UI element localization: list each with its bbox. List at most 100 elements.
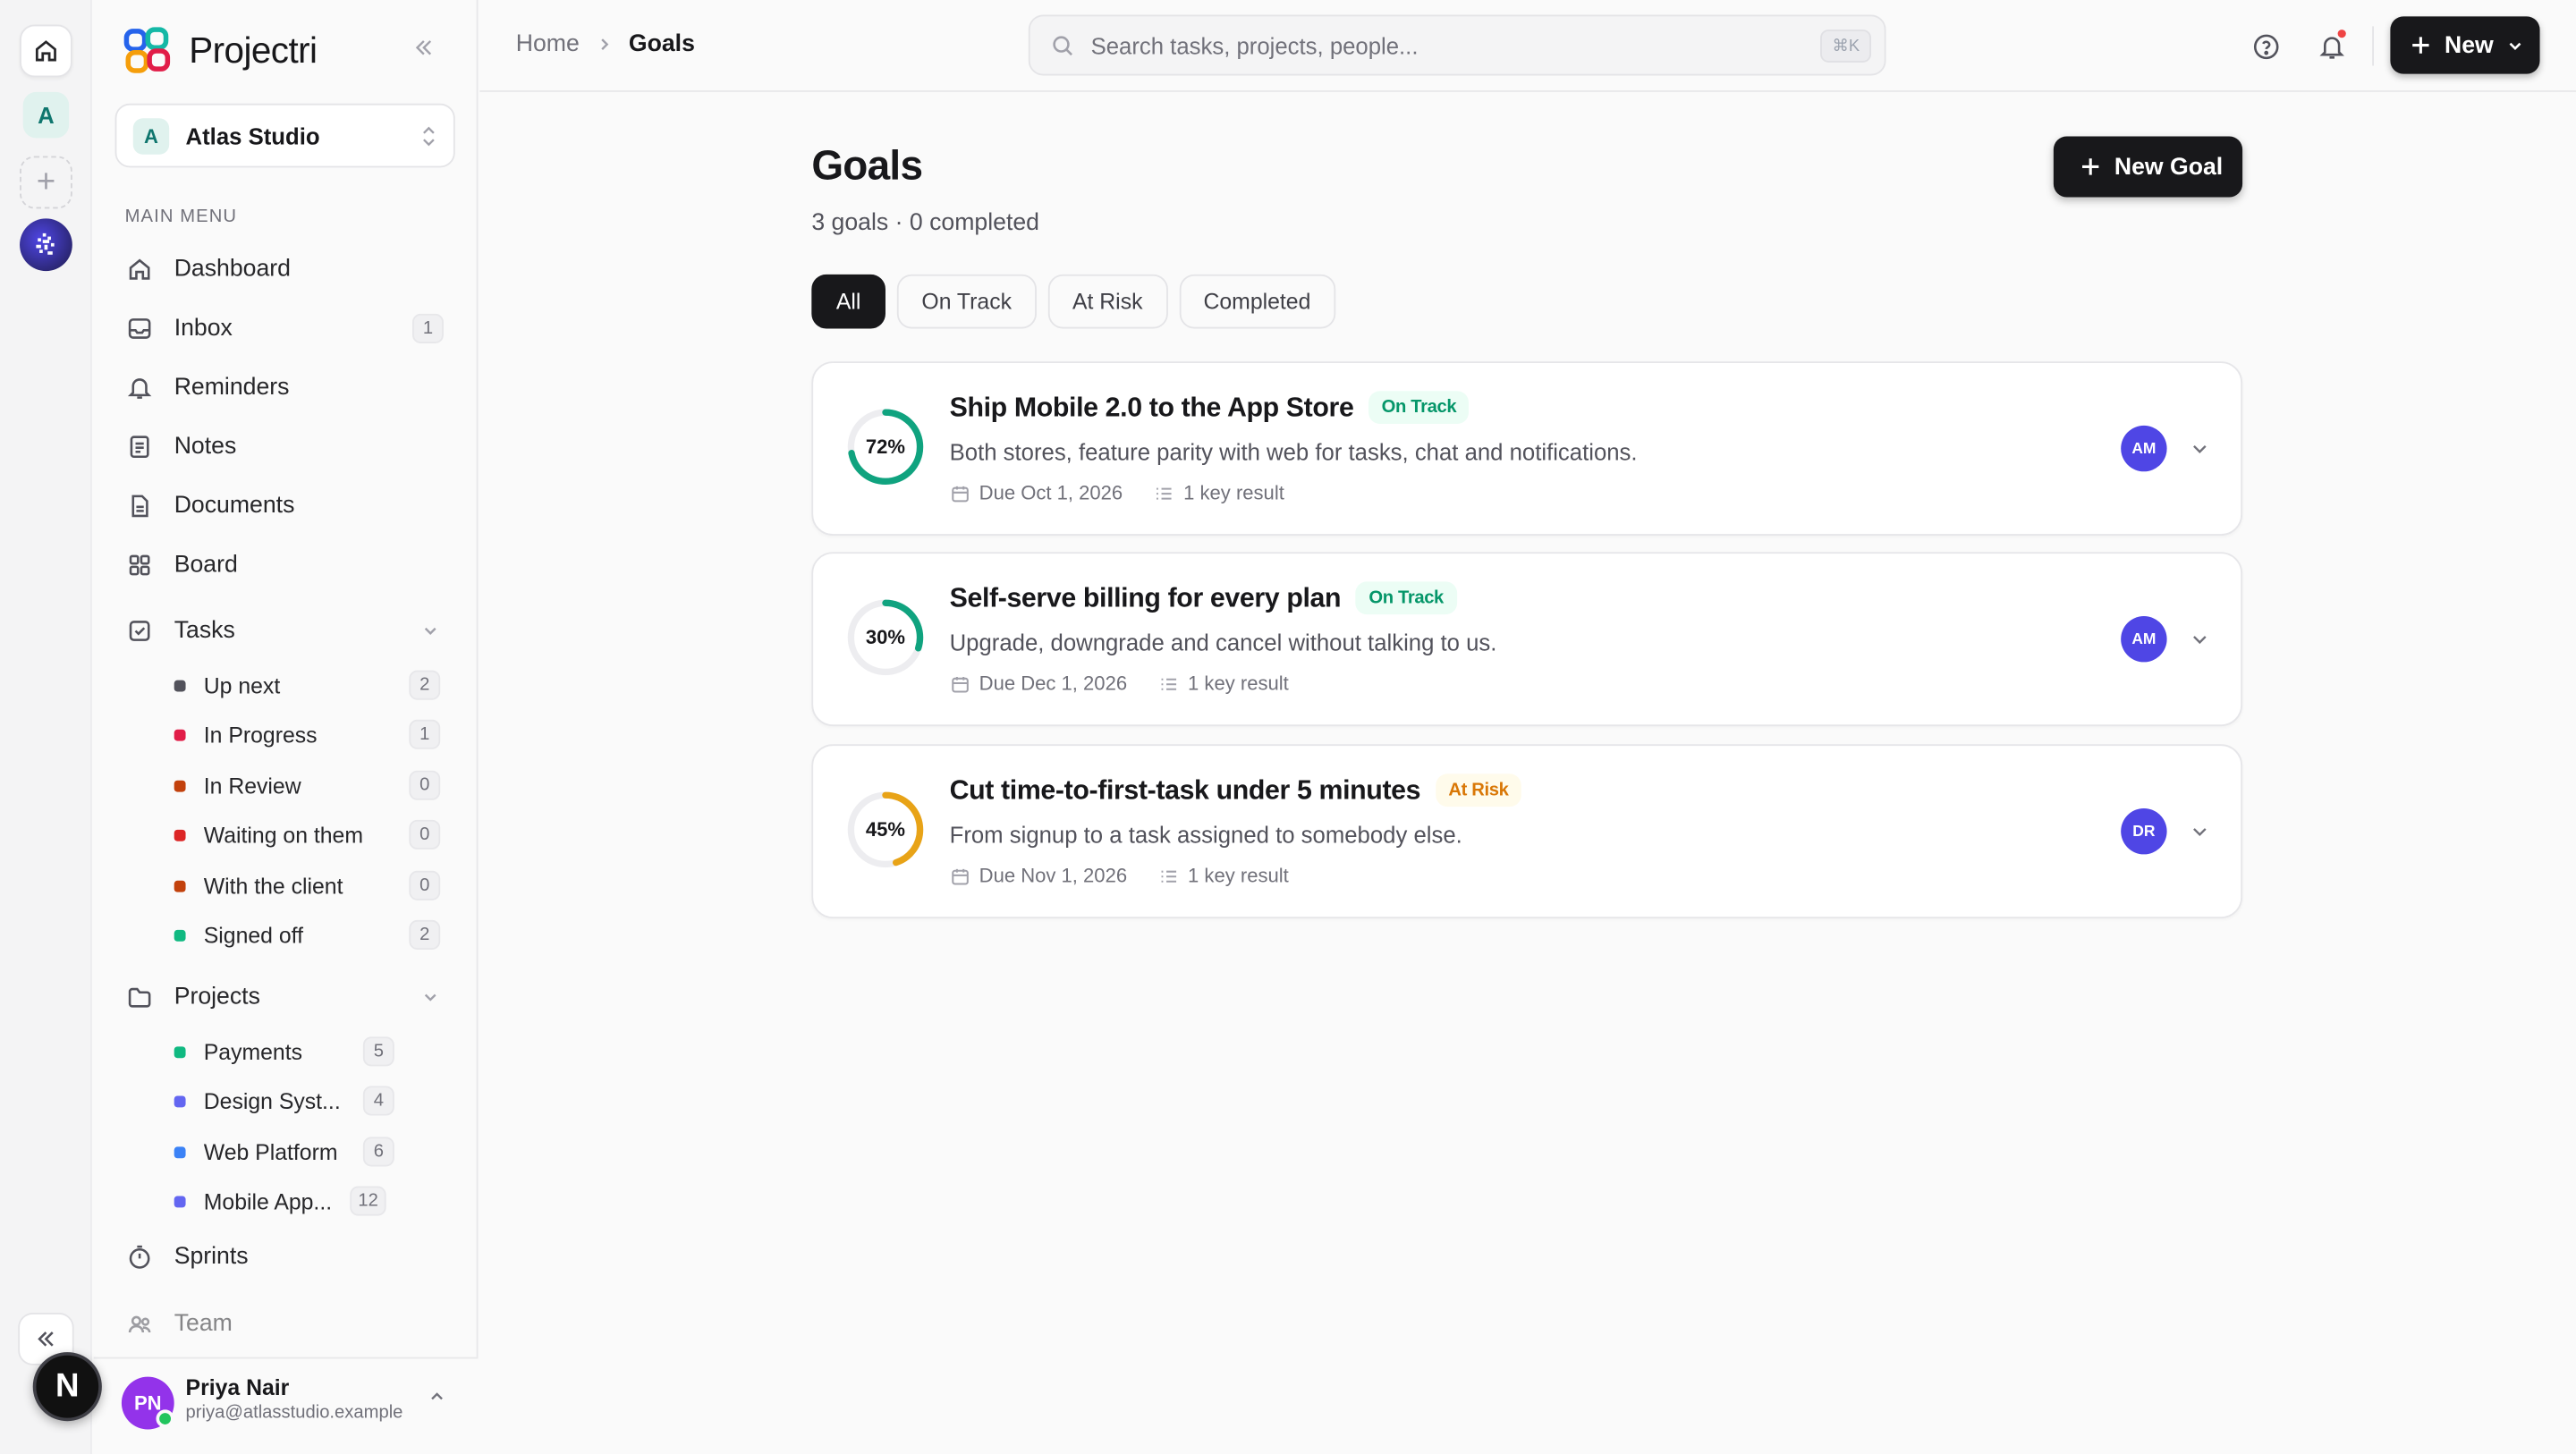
home-rail-button[interactable] [20, 24, 72, 78]
expand-goal-button[interactable] [2187, 435, 2213, 461]
list-icon [1161, 677, 1177, 689]
count-badge: 2 [409, 670, 441, 700]
expand-goal-button[interactable] [2187, 626, 2213, 652]
sidebar-item-reminders[interactable]: Reminders [126, 363, 448, 412]
project-label: Design Syst... [203, 1088, 341, 1113]
add-workspace-button[interactable]: + [20, 156, 72, 209]
project-web-platform[interactable]: Web Platform 6 [174, 1130, 447, 1173]
key-result-count: 1 key result [1188, 672, 1289, 696]
task-status-label: In Review [203, 773, 301, 799]
count-badge: 5 [362, 1036, 394, 1067]
project-label: Payments [203, 1039, 303, 1064]
new-button[interactable]: New [2390, 16, 2540, 74]
pixel-workspace-avatar[interactable] [20, 218, 72, 272]
status-dot [174, 779, 186, 791]
count-badge: 1 [409, 719, 441, 749]
home-icon [129, 258, 150, 280]
task-status-with-the-client[interactable]: With the client 0 [174, 864, 447, 907]
sidebar-item-label: Sprints [174, 1243, 249, 1271]
sidebar-item-dashboard[interactable]: Dashboard [126, 245, 448, 294]
search-icon [1053, 36, 1072, 56]
calendar-icon [952, 485, 969, 502]
notifications-button[interactable] [2315, 30, 2348, 63]
progress-label: 30% [865, 626, 906, 649]
sidebar-item-inbox[interactable]: Inbox 1 [126, 304, 448, 353]
calendar-icon [952, 868, 969, 884]
user-menu[interactable]: PN Priya Nair priya@atlasstudio.example [93, 1357, 479, 1454]
sidebar-item-team[interactable]: Team [126, 1299, 448, 1348]
status-dot [174, 828, 186, 841]
task-status-up-next[interactable]: Up next 2 [174, 664, 447, 706]
assignee-avatar[interactable]: AM [2121, 425, 2167, 472]
tab-completed[interactable]: Completed [1178, 274, 1335, 329]
chevron-down-icon[interactable] [422, 622, 438, 638]
goal-card[interactable]: 45% Cut time-to-first-task under 5 minut… [811, 744, 2243, 919]
progress-label: 72% [865, 435, 906, 459]
search-input[interactable] [1090, 31, 1798, 59]
sidebar-item-projects[interactable]: Projects [126, 973, 448, 1022]
sidebar-item-tasks[interactable]: Tasks [126, 606, 448, 655]
workspace-rail-avatar[interactable]: A [22, 91, 70, 139]
sidebar-item-sprints[interactable]: Sprints [126, 1232, 448, 1281]
brand[interactable]: Projectri [123, 26, 318, 75]
task-status-signed-off[interactable]: Signed off 2 [174, 914, 447, 957]
sidebar-item-board[interactable]: Board [126, 540, 448, 589]
help-circle-icon [2253, 33, 2278, 59]
project-mobile-app[interactable]: Mobile App... 12 [174, 1179, 447, 1222]
expand-goal-button[interactable] [2187, 818, 2213, 844]
collapse-sidebar-button[interactable] [412, 36, 436, 67]
sidebar-item-label: Documents [174, 493, 295, 520]
help-button[interactable] [2249, 30, 2282, 63]
goal-card[interactable]: 72% Ship Mobile 2.0 to the App Store On T… [811, 361, 2243, 536]
page-subtitle: 3 goals · 0 completed [811, 210, 1039, 237]
page-title: Goals [811, 142, 923, 190]
pixel-logo-icon [36, 232, 55, 255]
goal-description: Both stores, feature parity with web for… [949, 438, 1638, 465]
task-status-in-review[interactable]: In Review 0 [174, 764, 447, 807]
main-menu-label: MAIN MENU [124, 207, 238, 227]
sidebar-item-notes[interactable]: Notes [126, 422, 448, 471]
online-status-indicator [156, 1409, 174, 1428]
count-badge: 12 [350, 1186, 387, 1216]
project-payments[interactable]: Payments 5 [174, 1030, 447, 1073]
tab-at-risk[interactable]: At Risk [1047, 274, 1168, 329]
tab-on-track[interactable]: On Track [896, 274, 1037, 329]
task-status-in-progress[interactable]: In Progress 1 [174, 713, 447, 756]
project-dot [174, 1195, 186, 1207]
tab-all[interactable]: All [811, 274, 886, 329]
workspace-switcher[interactable]: A Atlas Studio [114, 103, 455, 168]
breadcrumb-home[interactable]: Home [516, 31, 580, 57]
list-icon [1161, 869, 1177, 882]
project-design-system[interactable]: Design Syst... 4 [174, 1079, 447, 1122]
goal-card[interactable]: 30% Self-serve billing for every plan On … [811, 552, 2243, 727]
task-status-waiting-on-them[interactable]: Waiting on them 0 [174, 813, 447, 856]
user-name: Priya Nair [185, 1374, 290, 1400]
breadcrumb-current: Goals [628, 30, 695, 58]
chevron-down-icon[interactable] [422, 989, 438, 1005]
document-icon [131, 495, 148, 518]
assignee-avatar[interactable]: DR [2121, 807, 2167, 855]
sidebar-item-label: Reminders [174, 374, 290, 402]
n-badge[interactable]: N [32, 1352, 102, 1422]
workspace-avatar: A [132, 117, 170, 154]
double-chevron-left-icon [415, 40, 432, 55]
new-goal-label: New Goal [2114, 153, 2224, 181]
sidebar-item-label: Projects [174, 984, 260, 1010]
goal-title-text: Cut time-to-first-task under 5 minutes [949, 775, 1421, 806]
count-badge: 0 [409, 770, 441, 800]
project-label: Web Platform [203, 1139, 338, 1164]
task-status-label: With the client [203, 873, 343, 899]
new-goal-button[interactable]: New Goal [2053, 136, 2243, 198]
goal-title-text: Self-serve billing for every plan [949, 583, 1342, 613]
project-label: Mobile App... [203, 1188, 333, 1213]
topbar-divider [2372, 26, 2375, 66]
main-content: Goals 3 goals · 0 completed New Goal All… [479, 94, 2576, 1454]
goal-description: Upgrade, downgrade and cancel without ta… [949, 629, 1497, 656]
count-badge: 4 [362, 1086, 394, 1116]
assignee-avatar[interactable]: AM [2121, 615, 2167, 663]
projectri-logo-icon [123, 27, 171, 73]
search-bar[interactable]: ⌘K [1028, 14, 1886, 76]
task-status-label: Waiting on them [203, 822, 363, 848]
goal-title: Self-serve billing for every plan On Trac… [949, 581, 1457, 616]
sidebar-item-documents[interactable]: Documents [126, 481, 448, 530]
